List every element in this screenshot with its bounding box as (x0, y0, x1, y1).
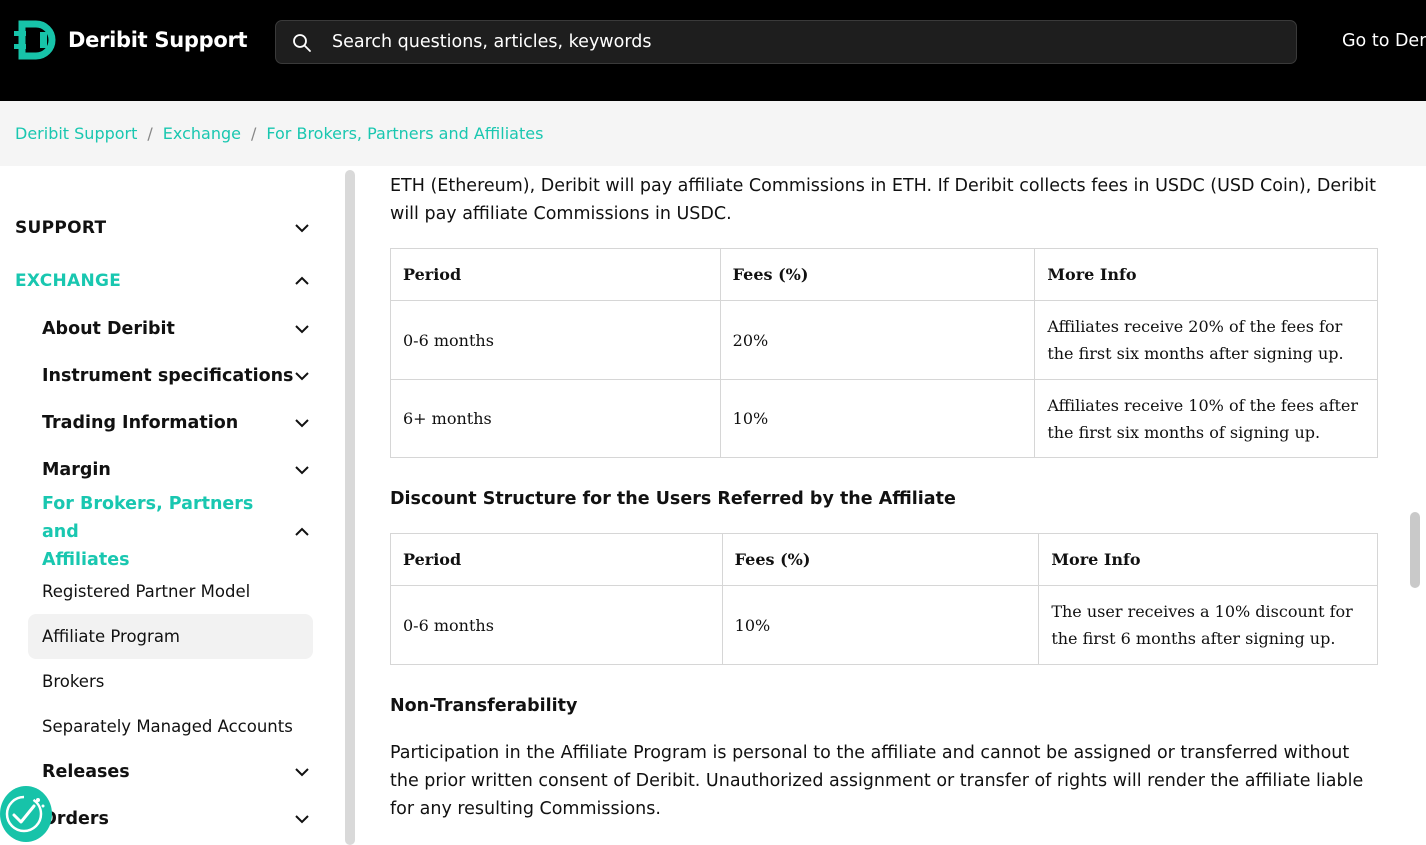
chevron-down-icon[interactable] (294, 465, 310, 475)
table-header-row: Period Fees (%) More Info (390, 248, 1378, 301)
table-cell: 20% (719, 300, 1036, 380)
sidebar-item-about-deribit[interactable]: About Deribit (42, 317, 310, 341)
discount-heading: Discount Structure for the Users Referre… (390, 489, 956, 509)
chevron-up-icon[interactable] (294, 527, 310, 537)
table-cell: 0-6 months (390, 300, 721, 380)
breadcrumb-separator: / (250, 124, 257, 143)
sidebar-item-label: SUPPORT (15, 218, 107, 238)
sidebar-item-affiliate-program[interactable]: Affiliate Program (28, 614, 313, 659)
cookie-consent-button[interactable] (0, 786, 52, 842)
sidebar-item-instrument-specifications[interactable]: Instrument specifications (42, 364, 310, 388)
chevron-down-icon[interactable] (294, 223, 310, 233)
sidebar-item-for-brokers[interactable]: For Brokers, Partners and Affiliates (42, 494, 310, 570)
table-row: 6+ months 10% Affiliates receive 10% of … (390, 379, 1378, 458)
table-header-cell: More Info (1034, 248, 1378, 301)
sidebar-scrollbar[interactable] (345, 170, 355, 845)
article-content: ETH (Ethereum), Deribit will pay affilia… (360, 166, 1406, 845)
table-row: 0-6 months 20% Affiliates receive 20% of… (390, 300, 1378, 380)
table-header-row: Period Fees (%) More Info (390, 533, 1378, 586)
sidebar-item-margin[interactable]: Margin (42, 458, 310, 482)
table-cell: The user receives a 10% discount for the… (1038, 585, 1378, 665)
table-cell: 10% (721, 585, 1040, 665)
sidebar-item-label: Brokers (42, 672, 105, 691)
table-header-cell: Period (390, 533, 723, 586)
go-to-deribit-link[interactable]: Go to Deri (1342, 31, 1426, 51)
sidebar-item-label: Registered Partner Model (42, 582, 251, 601)
breadcrumb-deribit-support[interactable]: Deribit Support (15, 124, 137, 143)
table-row: 0-6 months 10% The user receives a 10% d… (390, 585, 1378, 665)
chevron-down-icon[interactable] (294, 418, 310, 428)
sidebar-item-label: For Brokers, Partners and Affiliates (42, 490, 294, 574)
table-cell: 10% (719, 379, 1036, 458)
breadcrumb-bar: Deribit Support / Exchange / For Brokers, Pa… (0, 101, 1426, 166)
table-cell: Affiliates receive 10% of the fees after… (1034, 379, 1378, 458)
sidebar-item-label: Margin (42, 460, 111, 480)
top-header: Deribit Support Go to Deri (0, 0, 1426, 101)
search-input[interactable] (332, 21, 1272, 63)
sidebar-item-label: EXCHANGE (15, 271, 122, 291)
sidebar-item-orders[interactable]: Orders (42, 807, 310, 831)
table-header-cell: Fees (%) (721, 533, 1040, 586)
intro-paragraph: ETH (Ethereum), Deribit will pay affilia… (390, 176, 1376, 224)
table-cell: 6+ months (390, 379, 721, 458)
sidebar-item-separately-managed-accounts[interactable]: Separately Managed Accounts (28, 704, 313, 749)
non-transferability-paragraph: Participation in the Affiliate Program i… (390, 743, 1364, 819)
chevron-down-icon[interactable] (294, 767, 310, 777)
sidebar-item-label-line2: Affiliates (42, 550, 130, 570)
sidebar-item-label: Affiliate Program (42, 627, 181, 646)
search-icon (293, 34, 311, 52)
discount-table: Period Fees (%) More Info 0-6 months 10%… (390, 533, 1378, 665)
chevron-down-icon[interactable] (294, 814, 310, 824)
sidebar-item-brokers[interactable]: Brokers (28, 659, 313, 704)
sidebar-item-label: Releases (42, 762, 130, 782)
chevron-up-icon[interactable] (294, 276, 310, 286)
sidebar-item-support[interactable]: SUPPORT (15, 216, 310, 240)
sidebar-item-label: Instrument specifications (42, 366, 294, 386)
table-cell: 0-6 months (390, 585, 723, 665)
non-transferability-heading: Non-Transferability (390, 696, 578, 716)
chevron-down-icon[interactable] (294, 324, 310, 334)
sidebar-nav: SUPPORT EXCHANGE About Deribit Instrumen… (0, 166, 340, 845)
sidebar-item-releases[interactable]: Releases (42, 760, 310, 784)
table-cell: Affiliates receive 20% of the fees for t… (1034, 300, 1378, 380)
page-scrollbar[interactable] (1410, 512, 1420, 588)
sidebar-item-registered-partner-model[interactable]: Registered Partner Model (28, 569, 313, 614)
breadcrumb-for-brokers[interactable]: For Brokers, Partners and Affiliates (266, 124, 543, 143)
table-header-cell: Period (390, 248, 721, 301)
sidebar-item-exchange[interactable]: EXCHANGE (15, 269, 310, 293)
brand-title[interactable]: Deribit Support (68, 28, 248, 52)
sidebar-item-trading-information[interactable]: Trading Information (42, 411, 310, 435)
sidebar-item-label-line1: For Brokers, Partners and (42, 494, 254, 542)
breadcrumb-exchange[interactable]: Exchange (163, 124, 241, 143)
breadcrumb: Deribit Support / Exchange / For Brokers, Pa… (15, 124, 543, 143)
search-box[interactable] (275, 20, 1297, 64)
sidebar-item-label: Orders (42, 809, 109, 829)
deribit-logo-icon[interactable] (14, 20, 56, 60)
table-header-cell: More Info (1038, 533, 1378, 586)
sidebar-item-label: Separately Managed Accounts (42, 717, 293, 736)
chevron-down-icon[interactable] (294, 371, 310, 381)
cookie-check-icon (5, 795, 45, 833)
breadcrumb-separator: / (147, 124, 153, 143)
sidebar-item-label: Trading Information (42, 413, 239, 433)
commission-table: Period Fees (%) More Info 0-6 months 20%… (390, 248, 1378, 458)
sidebar-item-label: About Deribit (42, 319, 175, 339)
table-header-cell: Fees (%) (719, 248, 1036, 301)
